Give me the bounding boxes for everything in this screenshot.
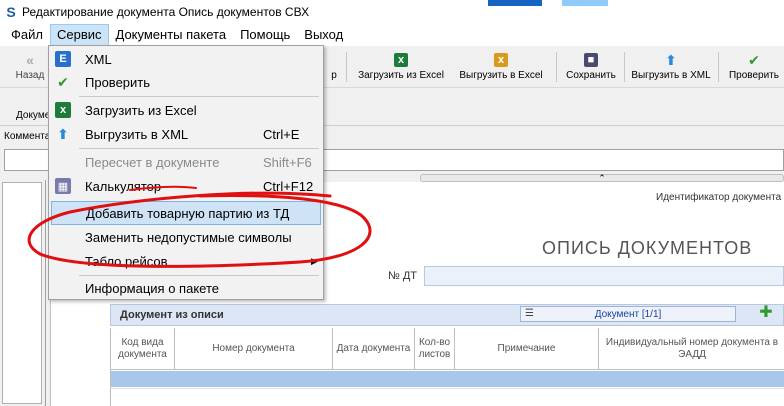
menu-item-label: Табло рейсов bbox=[85, 253, 168, 269]
check-icon: ✔ bbox=[57, 73, 69, 90]
column-header-sheet-count[interactable]: Кол-во листов bbox=[415, 328, 455, 370]
xml-icon: E bbox=[55, 51, 71, 67]
table-row-selected[interactable] bbox=[111, 371, 784, 387]
checkmark-icon: ✔ bbox=[748, 51, 760, 68]
document-id-label: Идентификатор документа bbox=[656, 192, 782, 203]
toolbar-separator bbox=[346, 52, 347, 82]
section-title: Документ из описи bbox=[120, 309, 224, 321]
toolbar-separator-4 bbox=[718, 52, 719, 82]
title-decoration-2 bbox=[562, 0, 608, 6]
dt-number-label: № ДТ bbox=[388, 270, 418, 282]
back-label: Назад bbox=[15, 70, 45, 81]
column-header-doc-type-code[interactable]: Код вида документа bbox=[111, 328, 175, 370]
panel-splitter[interactable]: ⌃ bbox=[420, 173, 784, 183]
document-navigator[interactable]: ☰ Документ [1/1] bbox=[520, 306, 736, 322]
calculator-icon: ▦ bbox=[55, 178, 71, 194]
list-icon: ☰ bbox=[525, 308, 534, 319]
menu-item-label: Заменить недопустимые символы bbox=[85, 229, 292, 245]
upload-arrow-icon: ⬆ bbox=[665, 51, 677, 68]
menu-item-label: Пересчет в документе bbox=[85, 154, 220, 170]
menu-item-load-excel[interactable]: x Загрузить из Excel bbox=[51, 98, 321, 122]
grid-header: Код вида документа Номер документа Дата … bbox=[111, 328, 784, 370]
load-excel-button[interactable]: x Загрузить из Excel bbox=[352, 48, 450, 84]
dt-number-input[interactable] bbox=[424, 266, 784, 286]
menu-package-documents[interactable]: Документы пакета bbox=[109, 24, 234, 46]
export-excel-icon: x bbox=[494, 53, 508, 67]
menu-item-label: Выгрузить в XML bbox=[85, 126, 189, 142]
excel-icon: x bbox=[394, 53, 408, 67]
documents-grid: Код вида документа Номер документа Дата … bbox=[110, 328, 784, 406]
column-header-doc-number[interactable]: Номер документа bbox=[175, 328, 333, 370]
window-title: Редактирование документа Опись документо… bbox=[22, 5, 310, 19]
menu-item-check[interactable]: ✔ Проверить bbox=[51, 70, 321, 94]
menu-item-calculator[interactable]: ▦ Калькулятор Ctrl+F12 bbox=[51, 174, 321, 198]
table-row[interactable] bbox=[111, 388, 784, 406]
left-panel-tree[interactable] bbox=[2, 182, 42, 404]
menu-item-label: Загрузить из Excel bbox=[85, 102, 197, 118]
title-bar: S Редактирование документа Опись докумен… bbox=[0, 0, 784, 24]
save-label: Сохранить bbox=[566, 70, 616, 81]
document-tab-label[interactable]: Докуме bbox=[16, 110, 50, 121]
export-excel-label: Выгрузить в Excel bbox=[459, 70, 543, 81]
menu-item-shortcut: Shift+F6 bbox=[263, 154, 312, 170]
column-header-eadd-number[interactable]: Индивидуальный номер документа в ЭАДД bbox=[599, 328, 784, 370]
menu-exit[interactable]: Выход bbox=[297, 24, 350, 46]
back-button[interactable]: « Назад bbox=[10, 48, 50, 84]
hidden-toolbar-button[interactable]: р bbox=[324, 48, 344, 84]
menu-item-add-goods-batch[interactable]: Добавить товарную партию из ТД bbox=[51, 201, 321, 225]
app-logo-icon: S bbox=[6, 4, 16, 20]
excel-icon: x bbox=[55, 102, 71, 118]
menu-item-xml[interactable]: E XML bbox=[51, 47, 321, 71]
toolbar-separator-2 bbox=[556, 52, 557, 82]
upload-arrow-icon: ⬆ bbox=[57, 125, 69, 142]
left-panel bbox=[0, 180, 46, 406]
menu-item-shortcut: Ctrl+E bbox=[263, 126, 300, 142]
toolbar-separator-3 bbox=[624, 52, 625, 82]
menu-item-shortcut: Ctrl+F12 bbox=[263, 178, 314, 194]
column-header-note[interactable]: Примечание bbox=[455, 328, 599, 370]
submenu-arrow-icon: ▶ bbox=[311, 255, 318, 266]
menu-item-label: XML bbox=[85, 51, 112, 67]
menu-item-replace-invalid-chars[interactable]: Заменить недопустимые символы bbox=[51, 225, 321, 249]
document-nav-label: Документ [1/1] bbox=[594, 308, 662, 320]
menu-help[interactable]: Помощь bbox=[233, 24, 297, 46]
save-button[interactable]: ■ Сохранить bbox=[562, 48, 620, 84]
menu-item-flights-board[interactable]: Табло рейсов ▶ bbox=[51, 249, 321, 273]
add-document-icon[interactable]: ✚ bbox=[758, 305, 774, 322]
load-excel-label: Загрузить из Excel bbox=[358, 70, 444, 81]
menu-service[interactable]: Сервис bbox=[49, 24, 109, 46]
menu-item-label: Добавить товарную партию из ТД bbox=[86, 205, 290, 221]
menu-item-export-xml[interactable]: ⬆ Выгрузить в XML Ctrl+E bbox=[51, 122, 321, 146]
check-button[interactable]: ✔ Проверить bbox=[724, 48, 784, 84]
hidden-toolbar-label: р bbox=[331, 70, 337, 81]
menu-item-label: Проверить bbox=[85, 74, 151, 90]
double-chevron-left-icon: « bbox=[26, 52, 34, 68]
service-menu-dropdown: E XML ✔ Проверить x Загрузить из Excel ⬆… bbox=[48, 45, 324, 300]
menu-item-package-info[interactable]: Информация о пакете bbox=[51, 276, 321, 300]
title-decoration bbox=[488, 0, 542, 6]
comment-label: Коммента bbox=[4, 131, 51, 142]
menu-item-recalculate: Пересчет в документе Shift+F6 bbox=[51, 150, 321, 174]
menu-file[interactable]: Файл bbox=[4, 24, 50, 46]
export-xml-label: Выгрузить в XML bbox=[631, 70, 711, 81]
check-label: Проверить bbox=[728, 70, 779, 81]
floppy-disk-icon: ■ bbox=[584, 53, 598, 67]
document-heading: ОПИСЬ ДОКУМЕНТОВ bbox=[542, 238, 753, 258]
column-header-doc-date[interactable]: Дата документа bbox=[333, 328, 415, 370]
menu-item-label: Информация о пакете bbox=[85, 280, 219, 296]
menu-bar: Файл Сервис Документы пакета Помощь Выхо… bbox=[0, 24, 784, 46]
menu-separator bbox=[79, 148, 319, 149]
export-excel-button[interactable]: x Выгрузить в Excel bbox=[454, 48, 548, 84]
menu-separator bbox=[79, 96, 319, 97]
export-xml-button[interactable]: ⬆ Выгрузить в XML bbox=[628, 48, 714, 84]
chevron-up-icon: ⌃ bbox=[598, 173, 606, 183]
menu-item-label: Калькулятор bbox=[85, 178, 162, 194]
